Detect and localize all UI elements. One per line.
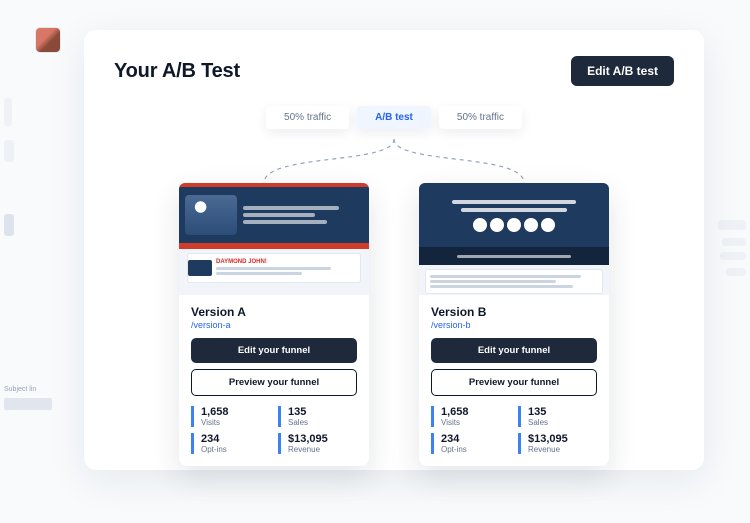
funnel-thumbnail-b[interactable] <box>419 183 609 295</box>
background-ghost <box>720 252 746 260</box>
background-ghost <box>4 214 14 236</box>
connector-lines <box>114 135 674 183</box>
stat-optins: 234 Opt-ins <box>191 433 270 454</box>
version-slug[interactable]: /version-b <box>431 320 597 330</box>
edit-funnel-button[interactable]: Edit your funnel <box>431 338 597 363</box>
version-slug[interactable]: /version-a <box>191 320 357 330</box>
stat-sales: 135 Sales <box>518 406 597 427</box>
thumb-headline: DAYMOND JOHN! <box>216 259 360 265</box>
avatar[interactable] <box>36 28 60 52</box>
card-header: Your A/B Test Edit A/B test <box>114 56 674 86</box>
background-ghost <box>718 220 746 230</box>
stat-sales: 135 Sales <box>278 406 357 427</box>
background-label: Subject lin <box>4 386 36 393</box>
preview-funnel-button[interactable]: Preview your funnel <box>191 369 357 396</box>
funnel-thumbnail-a[interactable]: DAYMOND JOHN! <box>179 183 369 295</box>
background-ghost <box>4 398 52 410</box>
stats-grid: 1,658 Visits 135 Sales 234 Opt-ins $13,0… <box>431 406 597 454</box>
traffic-pill-right: 50% traffic <box>439 106 522 129</box>
preview-funnel-button[interactable]: Preview your funnel <box>431 369 597 396</box>
version-card-b: Version B /version-b Edit your funnel Pr… <box>419 183 609 466</box>
stat-visits: 1,658 Visits <box>191 406 270 427</box>
stat-visits: 1,658 Visits <box>431 406 510 427</box>
traffic-pill-left: 50% traffic <box>266 106 349 129</box>
edit-ab-test-button[interactable]: Edit A/B test <box>571 56 674 86</box>
stats-grid: 1,658 Visits 135 Sales 234 Opt-ins $13,0… <box>191 406 357 454</box>
stat-optins: 234 Opt-ins <box>431 433 510 454</box>
ab-test-card: Your A/B Test Edit A/B test 50% traffic … <box>84 30 704 470</box>
version-name: Version B <box>431 305 597 319</box>
ab-test-pill[interactable]: A/B test <box>357 106 431 129</box>
background-ghost <box>722 238 746 246</box>
stat-revenue: $13,095 Revenue <box>518 433 597 454</box>
version-card-a: DAYMOND JOHN! Version A /version-a Edit … <box>179 183 369 466</box>
traffic-split-row: 50% traffic A/B test 50% traffic <box>114 106 674 129</box>
version-name: Version A <box>191 305 357 319</box>
edit-funnel-button[interactable]: Edit your funnel <box>191 338 357 363</box>
stat-revenue: $13,095 Revenue <box>278 433 357 454</box>
background-ghost <box>726 268 746 276</box>
background-ghost <box>4 140 14 162</box>
background-ghost <box>4 98 12 126</box>
page-title: Your A/B Test <box>114 60 240 83</box>
